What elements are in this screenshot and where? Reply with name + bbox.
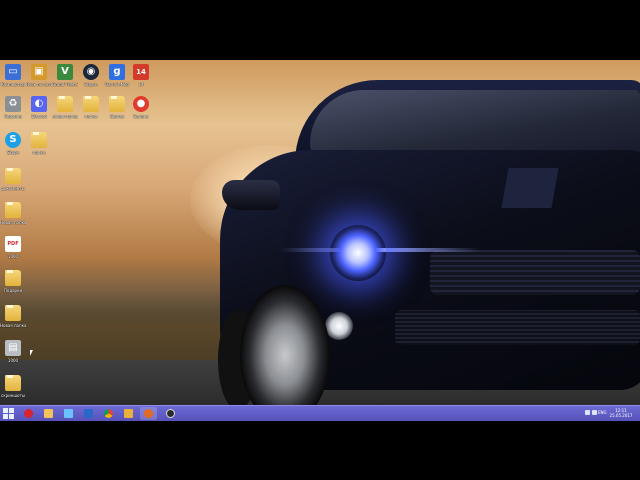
steam-icon[interactable]: ◉ Steam [80,64,102,87]
taskbar-mail-button[interactable] [80,407,97,420]
app-14-glyph: 14 [133,64,149,80]
windows-logo-tile [3,414,8,419]
taskbar-chrome-button[interactable] [100,407,117,420]
desktop-icon-label: Пуск по сети [26,82,52,87]
taskbar: ENG 12:11 25.05.2017 [0,405,640,421]
gta-icon[interactable]: V Grand Theft Auto [52,64,78,87]
recycle-bin-glyph: ♻ [5,96,21,112]
recycle-bin-icon[interactable]: ♻ Корзина [2,96,24,119]
desktop-icon-label: новая папка [52,114,78,119]
discord-icon[interactable]: ◐ Discord [28,96,50,119]
red-app-glyph: ● [133,96,149,112]
taskbar-paint-button[interactable] [120,407,137,420]
taskbar-opera-button[interactable] [20,407,37,420]
obs-icon [166,409,175,418]
computer-icon-glyph: ▭ [5,64,21,80]
desktop-icon-label: скриншоты [1,393,25,398]
desktop-icon-label: Grand Theft Auto [52,82,78,87]
pdf-file-icon[interactable]: PDF 1000 [2,236,24,259]
pdf-glyph: PDF [5,236,21,252]
app-14-icon[interactable]: 14 14 [130,64,152,87]
folder-glyph [5,375,21,391]
garrysmod-icon-glyph: g [109,64,125,80]
folder-icon[interactable]: Новая папка [0,305,26,328]
discord-icon-glyph: ◐ [31,96,47,112]
folder-icon [44,409,53,418]
windows-logo-tile [9,414,14,419]
desktop-icon-label: 1000 [7,254,19,259]
file-icon[interactable]: ▤ 1000 [2,340,24,363]
desktop-icon-label: Баланс [133,114,149,119]
folder-icon[interactable]: папка [80,96,102,119]
car-headlight [330,225,386,281]
desktop-icon-label: Steam [84,82,98,87]
gta-icon-glyph: V [57,64,73,80]
mouse-cursor-icon [30,350,33,356]
desktop-icon-label: папка [84,114,98,119]
car-hood-stripe [501,168,559,208]
folder-icon[interactable]: скриншоты [1,375,25,398]
car-grille [430,250,640,295]
folder-glyph [5,305,21,321]
computer-icon[interactable]: ▭ Компьютер [1,64,25,87]
clock-date: 25.05.2017 [609,413,633,418]
taskbar-media-button[interactable] [60,407,77,420]
app-shortcut-icon[interactable]: ▣ Пуск по сети [26,64,52,87]
car-mirror [222,180,280,210]
folder-glyph [5,270,21,286]
windows-logo-tile [3,408,8,413]
folder-icon[interactable]: Подарки [2,270,24,293]
app-shortcut-glyph: ▣ [31,64,47,80]
desktop-icon-label: документы [1,186,25,191]
desktop-icon-label: Корзина [4,114,22,119]
skype-icon[interactable]: S Skype [2,132,24,155]
steam-icon-glyph: ◉ [83,64,99,80]
red-app-icon[interactable]: ● Баланс [130,96,152,119]
car-front-wheel [240,285,330,420]
desktop-icon-label: Подарки [3,288,23,293]
folder-glyph [5,168,21,184]
folder-glyph [83,96,99,112]
firefox-icon [144,409,153,418]
opera-icon [24,409,33,418]
wallpaper-car [200,80,640,420]
desktop: ▭ Компьютер ▣ Пуск по сети V Grand Theft… [0,60,640,420]
desktop-icon-label: Компьютер [1,82,25,87]
car-foglight [325,312,353,340]
desktop-icon-label: Games [110,114,124,119]
desktop-icon-label: Новая папка [0,323,26,328]
desktop-icon-label: Skype [6,150,20,155]
desktop-icon-label: Discord [31,114,47,119]
desktop-icon-label: 14 [138,82,144,87]
volume-icon[interactable] [592,410,597,415]
folder-glyph [5,202,21,218]
desktop-icon-label: Новая папка [0,220,26,225]
windows-logo-tile [9,408,14,413]
car-lower-grille [395,310,640,345]
taskbar-explorer-button[interactable] [40,407,57,420]
chrome-icon [104,409,113,418]
folder-icon[interactable]: документы [1,168,25,191]
mail-icon [84,409,93,418]
taskbar-obs-button[interactable] [162,407,179,420]
desktop-icon-label: 1000 [7,358,19,363]
skype-icon-glyph: S [5,132,21,148]
taskbar-firefox-button[interactable] [140,407,157,420]
paint-icon [124,409,133,418]
folder-icon[interactable]: Games [106,96,128,119]
folder-glyph [31,132,47,148]
desktop-icon-label: Garry's Mod [104,82,130,87]
network-icon[interactable] [585,410,590,415]
folder-icon[interactable]: папка [28,132,50,155]
system-clock[interactable]: 12:11 25.05.2017 [606,408,636,418]
desktop-icon-label: папка [32,150,46,155]
start-button[interactable] [3,408,14,419]
garrysmod-icon[interactable]: g Garry's Mod [104,64,130,87]
folder-icon[interactable]: Новая папка [0,202,26,225]
media-icon [64,409,73,418]
folder-icon[interactable]: новая папка [52,96,78,119]
folder-glyph [109,96,125,112]
folder-glyph [57,96,73,112]
file-glyph: ▤ [5,340,21,356]
